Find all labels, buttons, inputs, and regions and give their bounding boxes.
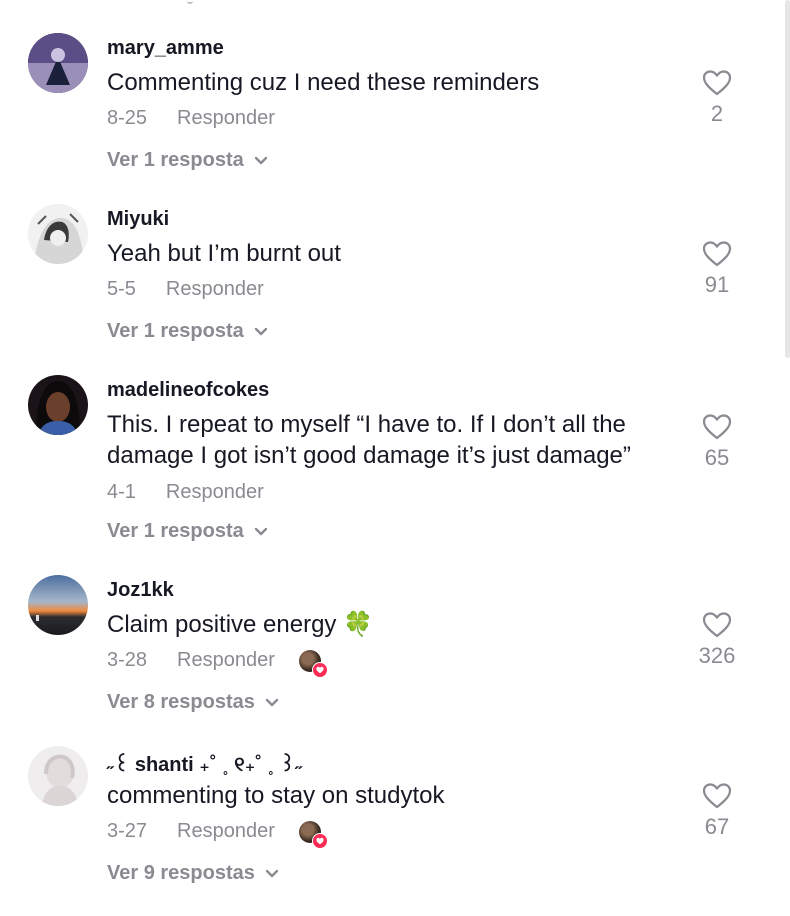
heart-outline-icon — [702, 414, 732, 440]
comment-date: 4-1 — [107, 481, 136, 503]
like-button[interactable]: 2 — [690, 69, 744, 127]
view-replies-button[interactable]: Ver 8 respostas — [107, 691, 279, 714]
comment-item: madelineofcokes This. I repeat to myself… — [0, 375, 790, 545]
comment-item: Miyuki Yeah but I’m burnt out 5-5 Respon… — [0, 204, 790, 374]
comment-meta: 8-25 Responder — [107, 107, 275, 130]
chevron-down-icon — [265, 869, 279, 877]
view-replies-button[interactable]: Ver 1 resposta — [107, 520, 268, 543]
view-replies-button[interactable]: Ver 1 resposta — [107, 320, 268, 343]
avatar[interactable] — [28, 746, 88, 806]
comment-meta: 5-5 Responder — [107, 278, 264, 301]
username[interactable]: mary_amme — [107, 37, 224, 60]
comment-date: 8-25 — [107, 107, 148, 129]
like-count: 91 — [704, 272, 730, 297]
reply-button[interactable]: Responder — [177, 820, 275, 843]
heart-outline-icon — [702, 783, 732, 809]
heart-outline-icon — [702, 241, 732, 267]
comment-meta: 3-28 Responder — [107, 649, 328, 678]
username[interactable]: ˶꒰ shanti ₊˚ ˳ ୧₊˚ ˳ ꒱˶ — [107, 750, 302, 777]
comment-text: This. I repeat to myself “I have to. If … — [107, 411, 631, 469]
chevron-down-icon — [265, 698, 279, 706]
view-replies-label: Ver 9 respostas — [107, 862, 255, 884]
view-replies-button[interactable]: Ver 1 resposta — [107, 149, 268, 172]
username[interactable]: madelineofcokes — [107, 379, 269, 402]
heart-icon — [311, 832, 328, 849]
like-count: 65 — [704, 445, 730, 470]
comment-item: mary_amme Commenting cuz I need these re… — [0, 33, 790, 203]
view-replies-label: Ver 1 resposta — [107, 320, 244, 342]
view-replies-button[interactable]: Ver 9 respostas — [107, 862, 279, 885]
view-replies-label: Ver 1 resposta — [107, 149, 244, 171]
username[interactable]: Miyuki — [107, 208, 169, 231]
comment-date: 3-27 — [107, 820, 148, 842]
heart-icon — [311, 661, 328, 678]
avatar[interactable] — [28, 204, 88, 264]
comment-text: Commenting cuz I need these reminders — [107, 69, 540, 96]
reply-button[interactable]: Responder — [177, 649, 275, 672]
avatar[interactable] — [28, 375, 88, 435]
like-button[interactable]: 65 — [690, 413, 744, 471]
reply-button[interactable]: Responder — [166, 278, 264, 301]
view-replies-label: Ver 8 respostas — [107, 691, 255, 713]
comment-text: Claim positive energy 🍀 — [107, 611, 373, 638]
comment-meta: 3-27 Responder — [107, 820, 328, 849]
comment-meta: 4-1 Responder — [107, 481, 264, 504]
scroll-fragment — [187, 0, 193, 4]
like-button[interactable]: 326 — [690, 611, 744, 669]
reply-button[interactable]: Responder — [177, 107, 275, 130]
heart-outline-icon — [702, 70, 732, 96]
comment-date: 5-5 — [107, 278, 136, 300]
like-count: 2 — [710, 101, 724, 126]
chevron-down-icon — [254, 156, 267, 164]
creator-liked-avatar — [298, 820, 328, 849]
creator-liked-avatar — [298, 649, 328, 678]
like-count: 67 — [704, 814, 730, 839]
view-replies-label: Ver 1 resposta — [107, 520, 244, 542]
heart-outline-icon — [702, 612, 732, 638]
like-button[interactable]: 91 — [690, 240, 744, 298]
comment-item: Joz1kk Claim positive energy 🍀 3-28 Resp… — [0, 575, 790, 745]
comment-date: 3-28 — [107, 649, 148, 671]
chevron-down-icon — [254, 527, 267, 535]
comment-text: commenting to stay on studytok — [107, 782, 445, 809]
username[interactable]: Joz1kk — [107, 579, 174, 602]
comment-item: ˶꒰ shanti ₊˚ ˳ ୧₊˚ ˳ ꒱˶ commenting to st… — [0, 746, 790, 916]
comment-text: Yeah but I’m burnt out — [107, 240, 341, 267]
like-count: 326 — [698, 643, 736, 668]
avatar[interactable] — [28, 575, 88, 635]
like-button[interactable]: 67 — [690, 782, 744, 840]
reply-button[interactable]: Responder — [166, 481, 264, 504]
avatar[interactable] — [28, 33, 88, 93]
chevron-down-icon — [254, 327, 267, 335]
